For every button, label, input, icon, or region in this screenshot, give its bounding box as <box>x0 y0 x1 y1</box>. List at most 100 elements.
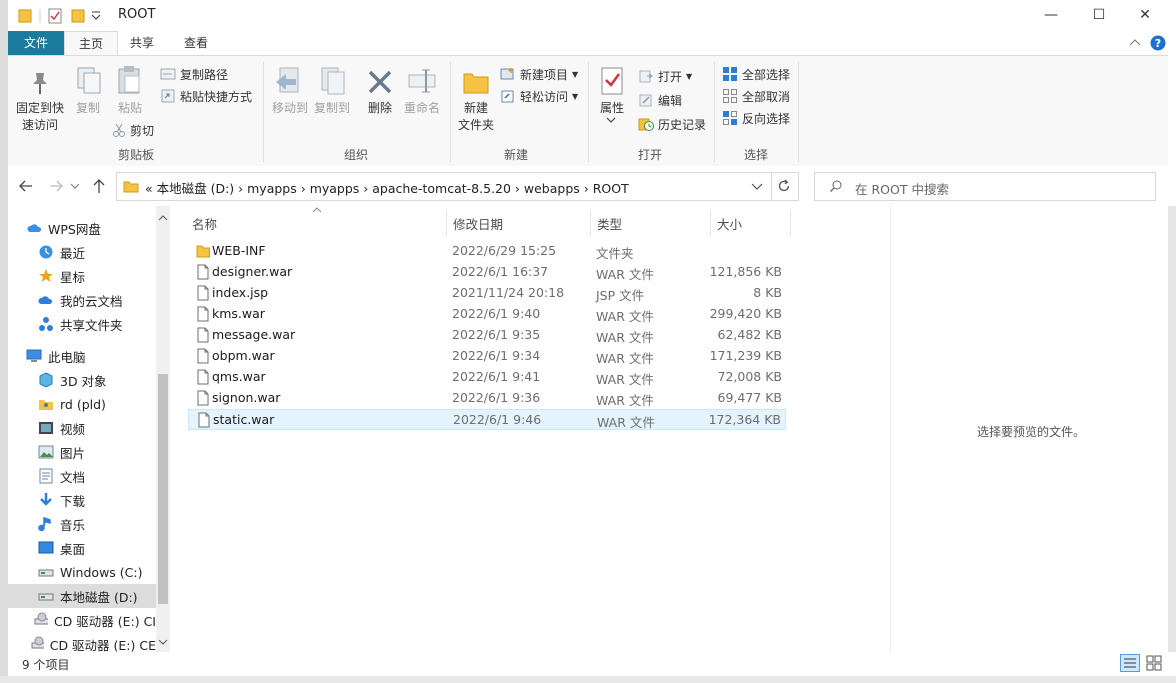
search-box[interactable]: 在 ROOT 中搜索 <box>814 172 1156 201</box>
column-divider[interactable] <box>790 210 791 236</box>
details-view-icon[interactable] <box>1120 654 1140 672</box>
file-size: 171,239 KB <box>709 348 782 363</box>
paste-button[interactable]: 粘贴 <box>112 100 148 117</box>
file-row[interactable]: kms.war 2022/6/1 9:40 WAR 文件 299,420 KB <box>188 304 786 325</box>
invert-selection-button[interactable]: 反向选择 <box>722 108 790 128</box>
paste-shortcut-button[interactable]: 粘贴快捷方式 <box>160 86 252 106</box>
nav-item[interactable]: 3D 对象 <box>8 368 156 392</box>
file-row[interactable]: index.jsp 2021/11/24 20:18 JSP 文件 8 KB <box>188 283 786 304</box>
file-icon <box>197 327 209 343</box>
nav-item[interactable]: 本地磁盘 (D:) <box>8 584 156 608</box>
file-row[interactable]: WEB-INF 2022/6/29 15:25 文件夹 <box>188 241 786 262</box>
collapse-ribbon-icon[interactable] <box>1128 37 1142 49</box>
large-icons-view-icon[interactable] <box>1146 655 1162 671</box>
copy-path-button[interactable]: 复制路径 <box>160 64 228 84</box>
select-all-button[interactable]: 全部选择 <box>722 64 790 84</box>
address-bar[interactable]: « 本地磁盘 (D:) › myapps › myapps › apache-t… <box>116 172 772 201</box>
help-icon[interactable]: ? <box>1150 35 1166 51</box>
history-button[interactable]: 历史记录 <box>638 114 706 134</box>
back-arrow-icon[interactable] <box>18 179 34 193</box>
tab-file[interactable]: 文件 <box>8 31 64 55</box>
copy-to-button[interactable]: 复制到 <box>310 100 354 117</box>
file-row[interactable]: message.war 2022/6/1 9:35 WAR 文件 62,482 KB <box>188 325 786 346</box>
maximize-button[interactable]: ☐ <box>1076 0 1122 30</box>
new-folder-icon <box>463 73 489 94</box>
easy-access-button[interactable]: 轻松访问 ▼ <box>500 86 578 106</box>
refresh-button[interactable] <box>770 172 799 201</box>
nav-scrollbar-thumb[interactable] <box>158 374 168 604</box>
history-icon <box>638 118 654 131</box>
nav-item[interactable]: 图片 <box>8 440 156 464</box>
file-row[interactable]: designer.war 2022/6/1 16:37 WAR 文件 121,856 … <box>188 262 786 283</box>
nav-item[interactable]: 音乐 <box>8 512 156 536</box>
cut-label: 剪切 <box>130 123 155 138</box>
rename-button[interactable]: 重命名 <box>400 100 444 117</box>
tab-home[interactable]: 主页 <box>64 31 118 57</box>
address-dropdown-icon[interactable] <box>751 183 763 191</box>
open-button[interactable]: 打开 ▼ <box>638 66 692 86</box>
nav-item[interactable]: 此电脑 <box>8 344 156 368</box>
open-icon <box>639 70 653 83</box>
forward-arrow-icon[interactable] <box>48 179 64 193</box>
copy-path-label: 复制路径 <box>180 67 229 82</box>
up-arrow-icon[interactable] <box>92 178 106 194</box>
new-item-label: 新建项目 <box>520 67 569 82</box>
scroll-up-icon[interactable] <box>158 214 168 222</box>
nav-item[interactable]: rd (pld) <box>8 392 156 416</box>
nav-item[interactable]: CD 驱动器 (E:) CI <box>8 608 156 632</box>
nav-item[interactable]: 桌面 <box>8 536 156 560</box>
ribbon-divider <box>714 62 715 162</box>
nav-item[interactable]: 视频 <box>8 416 156 440</box>
properties-icon <box>601 67 623 95</box>
close-button[interactable]: ✕ <box>1122 0 1168 30</box>
nav-item[interactable]: 最近 <box>8 240 156 264</box>
column-divider[interactable] <box>446 210 447 236</box>
refresh-icon <box>778 179 790 192</box>
column-header-size[interactable]: 大小 <box>717 214 742 233</box>
delete-button[interactable]: 删除 <box>360 100 400 117</box>
file-row[interactable]: static.war 2022/6/1 9:46 WAR 文件 172,364 KB <box>188 409 786 430</box>
new-item-button[interactable]: 新建项目 ▼ <box>500 64 578 84</box>
minimize-button[interactable]: — <box>1028 0 1074 30</box>
nav-item[interactable]: 星标 <box>8 264 156 288</box>
nav-item[interactable]: 文档 <box>8 464 156 488</box>
quick-access-toolbar[interactable] <box>18 7 108 25</box>
column-divider[interactable] <box>590 210 591 236</box>
chevron-down-icon: ▼ <box>572 69 579 79</box>
nav-item[interactable]: 我的云文档 <box>8 288 156 312</box>
move-to-button[interactable]: 移动到 <box>268 100 312 117</box>
nav-item[interactable]: WPS网盘 <box>8 216 156 240</box>
edit-button[interactable]: 编辑 <box>638 90 682 110</box>
scroll-down-icon[interactable] <box>158 638 168 646</box>
new-folder-button[interactable]: 新建 文件夹 <box>454 100 498 134</box>
file-size: 8 KB <box>753 285 782 300</box>
file-row[interactable]: obpm.war 2022/6/1 9:34 WAR 文件 171,239 KB <box>188 346 786 367</box>
select-none-button[interactable]: 全部取消 <box>722 86 790 106</box>
file-row[interactable]: signon.war 2022/6/1 9:36 WAR 文件 69,477 KB <box>188 388 786 409</box>
nav-item[interactable]: Windows (C:) <box>8 560 156 584</box>
address-row: « 本地磁盘 (D:) › myapps › myapps › apache-t… <box>8 166 1176 206</box>
ribbon: 固定到快 速访问 复制 粘贴 复制路径 粘贴快捷方式 剪切 剪贴板 移动到 复制… <box>8 55 1168 167</box>
nav-item[interactable]: 共享文件夹 <box>8 312 156 336</box>
cut-button[interactable]: 剪切 <box>112 120 154 140</box>
file-name: obpm.war <box>212 348 275 363</box>
file-date: 2022/6/1 9:35 <box>452 327 541 342</box>
nav-item[interactable]: 下载 <box>8 488 156 512</box>
tab-share[interactable]: 共享 <box>116 31 168 55</box>
nav-scrollbar[interactable] <box>156 206 170 652</box>
column-header-name[interactable]: 名称 <box>192 214 217 233</box>
column-header-type[interactable]: 类型 <box>597 214 622 233</box>
recent-locations-chevron-icon[interactable] <box>70 182 80 190</box>
pin-quick-access-button[interactable]: 固定到快 速访问 <box>12 100 68 134</box>
nav-item-label: WPS网盘 <box>48 221 101 237</box>
chevron-down-icon <box>606 117 616 123</box>
properties-button[interactable]: 属性 <box>592 100 632 117</box>
tab-view[interactable]: 查看 <box>170 31 222 55</box>
column-divider[interactable] <box>710 210 711 236</box>
copy-button[interactable]: 复制 <box>70 100 106 117</box>
select-all-label: 全部选择 <box>742 67 791 82</box>
breadcrumb[interactable]: « 本地磁盘 (D:) › myapps › myapps › apache-t… <box>145 178 629 197</box>
file-row[interactable]: qms.war 2022/6/1 9:41 WAR 文件 72,008 KB <box>188 367 786 388</box>
column-header-date[interactable]: 修改日期 <box>453 214 503 233</box>
nav-item[interactable]: CD 驱动器 (E:) CE <box>8 632 156 652</box>
